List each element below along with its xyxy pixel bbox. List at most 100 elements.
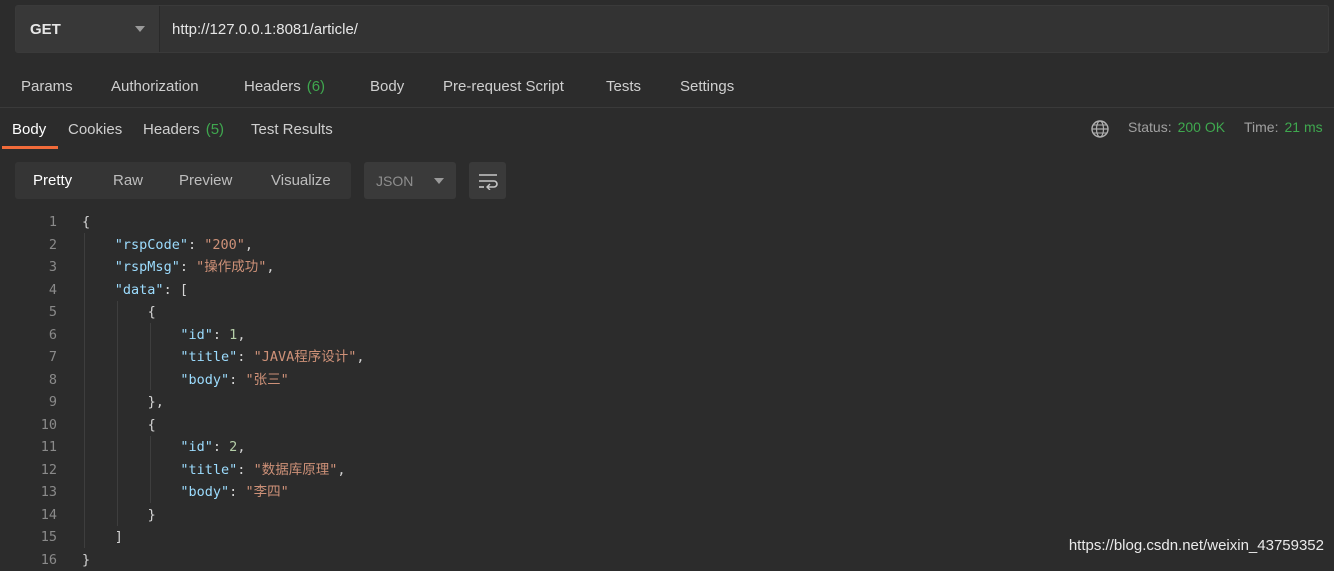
watermark: https://blog.csdn.net/weixin_43759352 xyxy=(1069,537,1324,554)
response-tab-headers-label: Headers xyxy=(143,121,200,138)
tab-params[interactable]: Params xyxy=(21,78,73,95)
globe-icon[interactable] xyxy=(1090,119,1110,139)
status-value: 200 OK xyxy=(1178,119,1225,135)
chevron-down-icon xyxy=(135,26,145,32)
visualize-button[interactable]: Visualize xyxy=(271,172,331,189)
time-value: 21 ms xyxy=(1284,119,1322,135)
tab-body[interactable]: Body xyxy=(370,78,404,95)
tab-headers[interactable]: Headers(6) xyxy=(244,78,325,95)
json-value: "张三" xyxy=(245,372,288,388)
json-separator: : xyxy=(188,237,204,253)
line-number: 12 xyxy=(0,459,57,481)
time-label: Time: xyxy=(1244,119,1278,135)
line-number: 4 xyxy=(0,279,57,301)
json-punctuation: , xyxy=(245,237,253,253)
line-content: } xyxy=(148,504,156,526)
line-content: "rspCode": "200", xyxy=(115,234,253,256)
json-key: "rspCode" xyxy=(115,237,188,253)
pretty-button[interactable]: Pretty xyxy=(33,172,72,189)
url-input[interactable]: http://127.0.0.1:8081/article/ xyxy=(160,6,1328,52)
json-punctuation: , xyxy=(237,327,245,343)
line-content: { xyxy=(148,414,156,436)
status-label: Status: xyxy=(1128,119,1172,135)
response-status: Status: 200 OK xyxy=(1128,119,1225,135)
line-content: { xyxy=(82,211,90,233)
json-punctuation: { xyxy=(148,417,156,433)
response-tab-body[interactable]: Body xyxy=(12,121,46,138)
line-number: 11 xyxy=(0,436,57,458)
code-line: 4 "data": [ xyxy=(0,279,1334,302)
line-content: "id": 1, xyxy=(180,324,245,346)
json-separator: : xyxy=(237,349,253,365)
active-tab-indicator xyxy=(2,146,58,149)
json-separator: : xyxy=(237,462,253,478)
json-punctuation: [ xyxy=(180,282,188,298)
line-number: 2 xyxy=(0,234,57,256)
code-line: 7 "title": "JAVA程序设计", xyxy=(0,346,1334,369)
line-content: "title": "JAVA程序设计", xyxy=(180,346,364,368)
response-time: Time: 21 ms xyxy=(1244,119,1323,135)
line-content: ] xyxy=(115,526,123,548)
line-number: 7 xyxy=(0,346,57,368)
wrap-lines-button[interactable] xyxy=(469,162,506,199)
format-label: JSON xyxy=(376,173,413,189)
chevron-down-icon xyxy=(434,178,444,184)
wrap-lines-icon xyxy=(477,172,499,190)
code-line: 12"title": "数据库原理", xyxy=(0,459,1334,482)
format-select[interactable]: JSON xyxy=(364,162,456,199)
tab-tests[interactable]: Tests xyxy=(606,78,641,95)
json-punctuation: }, xyxy=(148,394,164,410)
method-select[interactable]: GET xyxy=(16,6,160,52)
json-punctuation: } xyxy=(82,552,90,568)
json-punctuation: } xyxy=(148,507,156,523)
line-number: 9 xyxy=(0,391,57,413)
json-punctuation: , xyxy=(237,439,245,455)
tab-pre-request-script[interactable]: Pre-request Script xyxy=(443,78,564,95)
code-line: 3 "rspMsg": "操作成功", xyxy=(0,256,1334,279)
raw-button[interactable]: Raw xyxy=(113,172,143,189)
json-separator: : xyxy=(229,484,245,500)
code-line: 9}, xyxy=(0,391,1334,414)
preview-button[interactable]: Preview xyxy=(179,172,232,189)
json-value: "200" xyxy=(204,237,245,253)
json-value: "JAVA程序设计" xyxy=(254,349,357,365)
method-label: GET xyxy=(30,21,61,38)
json-separator: : xyxy=(213,327,229,343)
view-mode-group: Pretty Raw Preview Visualize xyxy=(15,162,351,199)
json-key: "body" xyxy=(180,484,229,500)
code-line: 14} xyxy=(0,504,1334,527)
json-value: "李四" xyxy=(245,484,288,500)
response-tab-test-results[interactable]: Test Results xyxy=(251,121,333,138)
response-body-code[interactable]: 1{2"rspCode": "200",3"rspMsg": "操作成功",4"… xyxy=(0,211,1334,565)
json-punctuation: ] xyxy=(115,529,123,545)
json-separator: : xyxy=(180,259,196,275)
json-punctuation: , xyxy=(356,349,364,365)
response-tab-headers[interactable]: Headers(5) xyxy=(143,121,224,138)
code-line: 2 "rspCode": "200", xyxy=(0,234,1334,257)
tab-headers-label: Headers xyxy=(244,78,301,95)
line-content: { xyxy=(148,301,156,323)
json-key: "data" xyxy=(115,282,164,298)
line-number: 10 xyxy=(0,414,57,436)
json-punctuation: { xyxy=(148,304,156,320)
code-line: 11"id": 2, xyxy=(0,436,1334,459)
code-line: 13"body": "李四" xyxy=(0,481,1334,504)
json-value: "操作成功" xyxy=(196,259,266,275)
line-number: 8 xyxy=(0,369,57,391)
line-number: 16 xyxy=(0,549,57,571)
json-punctuation: , xyxy=(337,462,345,478)
code-line: 8"body": "张三" xyxy=(0,369,1334,392)
response-tab-cookies[interactable]: Cookies xyxy=(68,121,122,138)
line-number: 3 xyxy=(0,256,57,278)
tab-settings[interactable]: Settings xyxy=(680,78,734,95)
request-tabs: Params Authorization Headers(6) Body Pre… xyxy=(0,66,1334,108)
tab-authorization[interactable]: Authorization xyxy=(111,78,199,95)
line-content: "body": "李四" xyxy=(180,481,288,503)
line-number: 6 xyxy=(0,324,57,346)
json-separator: : xyxy=(229,372,245,388)
line-content: "data": [ xyxy=(115,279,188,301)
line-content: "rspMsg": "操作成功", xyxy=(115,256,275,278)
line-content: } xyxy=(82,549,90,571)
request-url-bar: GET http://127.0.0.1:8081/article/ xyxy=(15,5,1329,53)
code-line: 5{ xyxy=(0,301,1334,324)
